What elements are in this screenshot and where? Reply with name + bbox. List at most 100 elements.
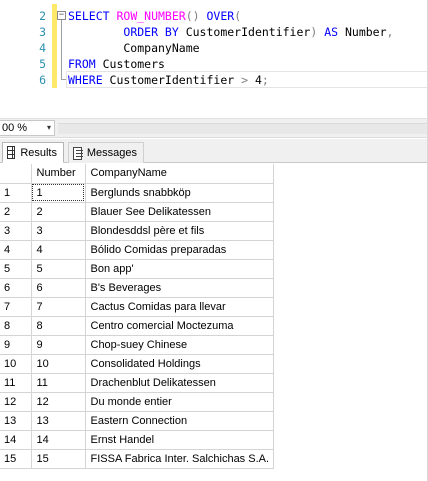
table-row[interactable]: 1 1 Berglunds snabbköp [0,183,274,203]
row-number-cell[interactable]: 7 [0,297,32,317]
cell-companyname[interactable]: Bólido Comidas preparadas [85,240,274,260]
table-row[interactable]: 12 12 Du monde entier [0,392,274,412]
table-row[interactable]: 6 6 B's Beverages [0,278,274,298]
code-token: FROM [68,57,103,71]
cell-number[interactable]: 15 [31,449,86,469]
table-row[interactable]: 7 7 Cactus Comidas para llevar [0,297,274,317]
code-token: ROW_NUMBER [116,9,186,23]
cell-companyname[interactable]: Ernst Handel [85,430,274,450]
code-token: Customers [102,57,165,71]
cell-companyname[interactable]: Berglunds snabbköp [85,183,274,203]
results-table: Number CompanyName 1 1 Berglunds snabbköp 2… [0,164,274,469]
code-line[interactable]: 5 FROM Customers [0,56,428,72]
code-token: ; [261,73,269,87]
cell-number[interactable]: 5 [31,259,86,279]
row-number-cell[interactable]: 11 [0,373,32,393]
column-header-companyname[interactable]: CompanyName [85,164,274,184]
row-number-cell[interactable]: 8 [0,316,32,336]
code-line[interactable]: 4 CompanyName [0,40,428,56]
code-token: CustomerIdentifier [185,25,311,39]
table-row[interactable]: 11 11 Drachenblut Delikatessen [0,373,274,393]
chevron-down-icon: ▾ [46,123,51,132]
tab-results[interactable]: Results [2,142,64,163]
cell-companyname[interactable]: Drachenblut Delikatessen [85,373,274,393]
cell-companyname[interactable]: Eastern Connection [85,411,274,431]
row-number-cell[interactable]: 10 [0,354,32,374]
table-row[interactable]: 14 14 Ernst Handel [0,430,274,450]
row-number-cell[interactable]: 5 [0,259,32,279]
messages-icon [73,146,83,160]
code-line[interactable]: 2 SELECT ROW_NUMBER() OVER( [0,8,428,24]
cell-companyname[interactable]: Chop-suey Chinese [85,335,274,355]
code-token: AS [324,25,345,39]
line-number: 6 [39,73,46,87]
table-row[interactable]: 5 5 Bon app' [0,259,274,279]
code-text: SELECT ROW_NUMBER() OVER( [68,8,241,24]
code-token: ) [310,25,325,39]
table-row[interactable]: 13 13 Eastern Connection [0,411,274,431]
code-token: 4 [254,73,262,87]
table-row[interactable]: 3 3 Blondesddsl père et fils [0,221,274,241]
table-row[interactable]: 2 2 Blauer See Delikatessen [0,202,274,222]
cell-number[interactable]: 1 [31,183,86,203]
cell-number[interactable]: 4 [31,240,86,260]
row-number-cell[interactable]: 15 [0,449,32,469]
cell-number[interactable]: 3 [31,221,86,241]
select-all-corner[interactable] [0,164,32,184]
row-number-cell[interactable]: 2 [0,202,32,222]
table-row[interactable]: 9 9 Chop-suey Chinese [0,335,274,355]
code-token: > [241,73,255,87]
code-token: OVER [206,9,235,23]
tab-messages[interactable]: Messages [68,142,144,163]
header-row: Number CompanyName [0,164,274,184]
cell-number[interactable]: 7 [31,297,86,317]
cell-number[interactable]: 13 [31,411,86,431]
code-token: CustomerIdentifier [109,73,242,87]
code-token: SELECT [68,9,117,23]
code-token: () [185,9,207,23]
cell-companyname[interactable]: Cactus Comidas para llevar [85,297,274,317]
cell-number[interactable]: 8 [31,316,86,336]
cell-companyname[interactable]: Du monde entier [85,392,274,412]
zoom-level-value: 00 % [2,122,28,134]
cell-number[interactable]: 9 [31,335,86,355]
row-number-cell[interactable]: 6 [0,278,32,298]
zoom-level-dropdown[interactable]: 00 % ▾ [0,120,55,136]
table-row[interactable]: 10 10 Consolidated Holdings [0,354,274,374]
cell-number[interactable]: 14 [31,430,86,450]
code-text: CompanyName [68,40,199,56]
sql-editor[interactable]: − 2 SELECT ROW_NUMBER() OVER(3 ORDER BY C… [0,0,428,118]
column-header-number[interactable]: Number [31,164,86,184]
code-token: , [386,25,394,39]
cell-companyname[interactable]: FISSA Fabrica Inter. Salchichas S.A. [85,449,274,469]
cell-number[interactable]: 12 [31,392,86,412]
horizontal-scrollbar[interactable] [58,123,428,134]
row-number-cell[interactable]: 13 [0,411,32,431]
cell-companyname[interactable]: Centro comercial Moctezuma [85,316,274,336]
cell-number[interactable]: 11 [31,373,86,393]
row-number-cell[interactable]: 3 [0,221,32,241]
tab-messages-label: Messages [86,147,137,159]
table-row[interactable]: 8 8 Centro comercial Moctezuma [0,316,274,336]
code-line[interactable]: 6 WHERE CustomerIdentifier > 4; [0,72,428,88]
cell-companyname[interactable]: B's Beverages [85,278,274,298]
row-number-cell[interactable]: 14 [0,430,32,450]
tab-results-label: Results [20,146,57,159]
results-tab-bar: Results Messages [0,139,428,163]
cell-number[interactable]: 10 [31,354,86,374]
code-line[interactable]: 3 ORDER BY CustomerIdentifier) AS Number… [0,24,428,40]
row-number-cell[interactable]: 4 [0,240,32,260]
cell-companyname[interactable]: Consolidated Holdings [85,354,274,374]
cell-companyname[interactable]: Blondesddsl père et fils [85,221,274,241]
table-row[interactable]: 15 15 FISSA Fabrica Inter. Salchichas S.A. [0,449,274,469]
row-number-cell[interactable]: 9 [0,335,32,355]
cell-number[interactable]: 6 [31,278,86,298]
cell-companyname[interactable]: Blauer See Delikatessen [85,202,274,222]
table-row[interactable]: 4 4 Bólido Comidas preparadas [0,240,274,260]
row-number-cell[interactable]: 12 [0,392,32,412]
cell-companyname[interactable]: Bon app' [85,259,274,279]
cell-number[interactable]: 2 [31,202,86,222]
results-grid[interactable]: Number CompanyName 1 1 Berglunds snabbköp 2… [0,164,428,481]
row-number-cell[interactable]: 1 [0,183,32,203]
